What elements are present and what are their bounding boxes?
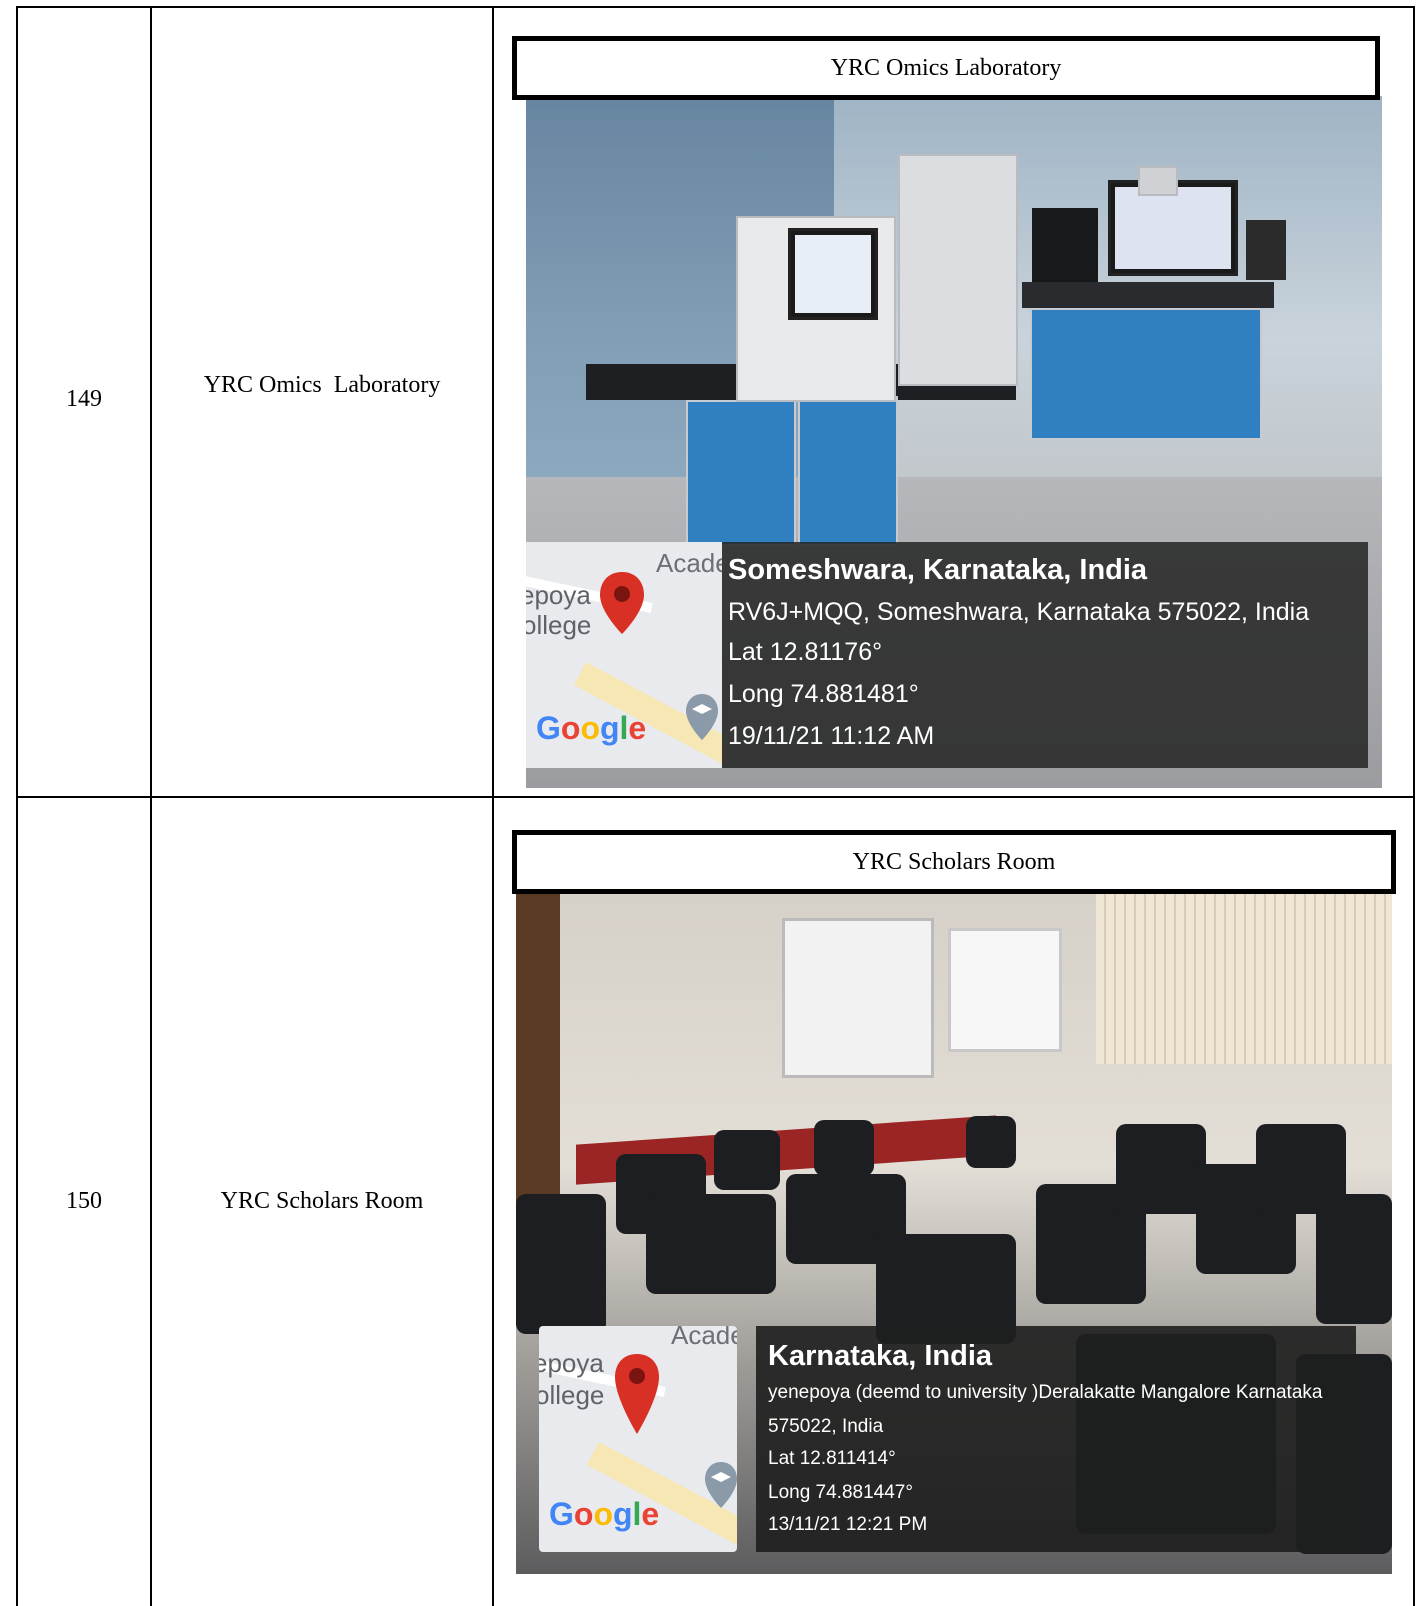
- geotag-address: yenepoya (deemd to university )Deralakat…: [768, 1382, 1323, 1403]
- row-divider: [16, 796, 1415, 798]
- photo-caption: YRC Omics Laboratory: [512, 36, 1380, 100]
- map-pin-icon: [600, 572, 644, 634]
- geotag-longitude: Long 74.881447°: [768, 1482, 913, 1503]
- geotag-place: Someshwara, Karnataka, India: [728, 554, 1148, 586]
- facility-photo: YRC Omics Laboratory Acade epoya ollege …: [512, 34, 1382, 790]
- map-pin-icon: [615, 1354, 659, 1434]
- geotag-longitude: Long 74.881481°: [728, 680, 919, 708]
- education-icon: [705, 1462, 737, 1508]
- google-logo: Google: [536, 710, 647, 746]
- geotag-latitude: Lat 12.81176°: [728, 638, 883, 666]
- google-logo: Google: [549, 1496, 660, 1532]
- projector-screen: [782, 918, 934, 1078]
- table-right-border: [1413, 6, 1415, 1606]
- row-number: 150: [66, 1188, 102, 1214]
- facility-name: YRC Scholars Room: [220, 1188, 424, 1214]
- geotag-address: RV6J+MQQ, Someshwara, Karnataka 575022, …: [728, 598, 1310, 626]
- table-left-border: [16, 6, 18, 1606]
- row-number: 149: [66, 386, 102, 412]
- map-label-college: ollege: [539, 1380, 605, 1410]
- column-divider-1: [150, 6, 152, 1606]
- map-label-academy: Acade: [671, 1326, 737, 1350]
- location-map-thumbnail: Acade epoya ollege Google: [539, 1326, 737, 1552]
- table-top-border: [16, 6, 1415, 8]
- geotag-panel: Karnataka, India yenepoya (deemd to univ…: [756, 1326, 1356, 1552]
- photo-caption: YRC Scholars Room: [512, 830, 1396, 894]
- facility-photo: YRC Scholars Room Acade epoya ollege Goo…: [512, 828, 1398, 1576]
- geotag-datetime: 19/11/21 11:12 AM: [728, 722, 935, 750]
- geotag-place: Karnataka, India: [768, 1340, 993, 1372]
- location-map-thumbnail: Acade epoya ollege Google: [526, 542, 722, 768]
- geotag-panel: Someshwara, Karnataka, India RV6J+MQQ, S…: [722, 542, 1368, 768]
- geotag-latitude: Lat 12.811414°: [768, 1448, 896, 1469]
- map-label-college: ollege: [526, 610, 592, 640]
- facility-name: YRC Omics Laboratory: [203, 372, 441, 398]
- geotag-datetime: 13/11/21 12:21 PM: [768, 1514, 928, 1535]
- map-label-college: epoya: [526, 580, 591, 610]
- column-divider-2: [492, 6, 494, 1606]
- education-icon: [686, 694, 718, 740]
- map-label-college: epoya: [539, 1348, 604, 1378]
- map-label-academy: Acade: [656, 548, 722, 578]
- geotag-address: 575022, India: [768, 1416, 884, 1437]
